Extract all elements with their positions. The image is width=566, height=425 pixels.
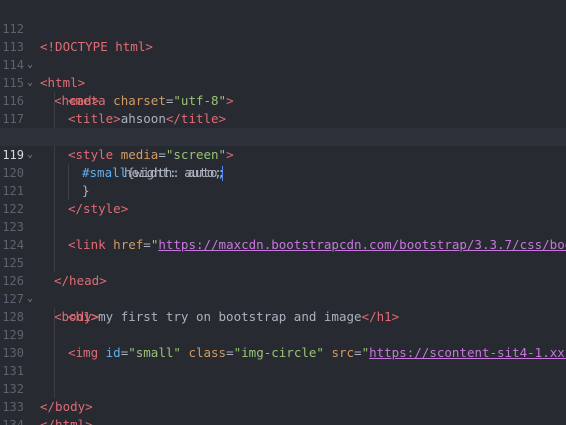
code-line[interactable]: 127 <h1>my first try on bootstrap and im… [0,272,566,326]
code-line[interactable]: 133 </html> [0,380,566,425]
code-line[interactable]: 121 </style> [0,164,566,218]
code-line[interactable]: 130 [0,326,566,380]
code-line[interactable]: 131 [0,344,566,398]
code-editor[interactable]: 112 <!DOCTYPE html> 113 ⌄ <html> 114 ⌄ <… [0,0,566,425]
line-number: 134 [2,418,24,425]
code-line[interactable]: 129 <img id="small" class="img-circle" s… [0,308,566,362]
html-end-tag: /html [47,417,86,425]
code-line[interactable]: 117 ⌄ <style media="screen"> [0,92,566,164]
code-line-active[interactable]: 119 height: auto; [0,128,566,182]
code-line[interactable]: 126 ⌄ <body> [0,254,566,324]
code-line[interactable]: 122 [0,182,566,236]
code-line[interactable]: 128 [0,290,566,344]
code-line[interactable]: 124 [0,218,566,272]
line-content: </html> [40,416,566,425]
code-line[interactable]: 116 <title>ahsoon</title> [0,74,566,128]
code-lines: 112 <!DOCTYPE html> 113 ⌄ <html> 114 ⌄ <… [0,2,566,425]
code-line[interactable]: 125 </head> [0,236,566,288]
code-line[interactable]: 123 <link href="https://maxcdn.bootstrap… [0,200,566,254]
code-line[interactable]: 114 ⌄ <head> [0,38,566,108]
code-line[interactable]: 134 [0,398,566,425]
code-line[interactable]: 113 ⌄ <html> [0,20,566,90]
code-line[interactable]: 118 ⌄ #small{width: auto; [0,110,566,182]
code-line[interactable]: 120 } [0,146,566,200]
code-line[interactable]: 112 <!DOCTYPE html> [0,2,566,54]
code-line[interactable]: 132 </body> [0,362,566,414]
code-line[interactable]: 115 <meta charset="utf-8"> [0,56,566,110]
